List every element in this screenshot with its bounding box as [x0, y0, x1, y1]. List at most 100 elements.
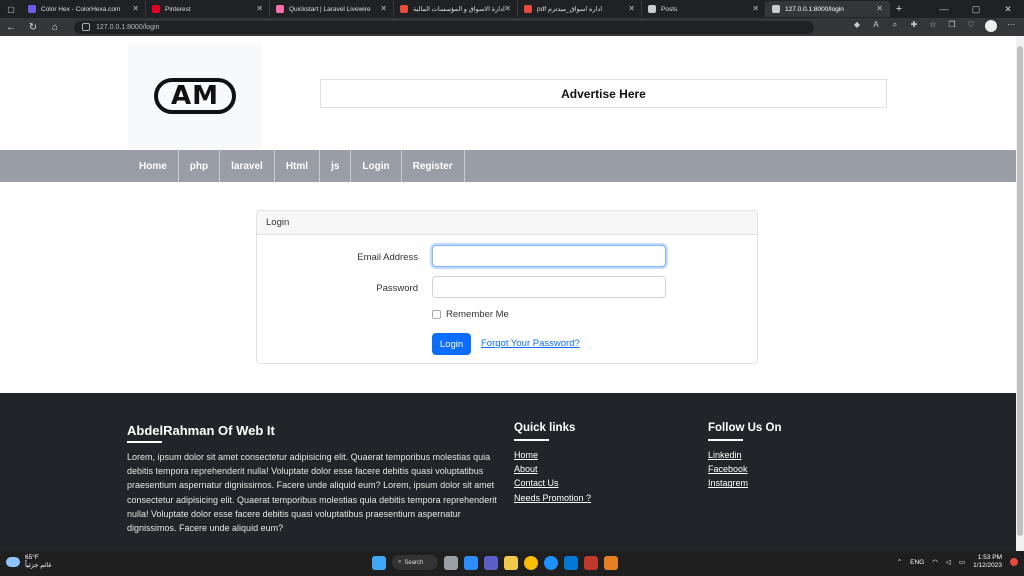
home-icon[interactable]: ⌂	[44, 22, 66, 33]
url-text: 127.0.0.1:8000/login	[96, 23, 160, 31]
nav-item-register[interactable]: Register	[402, 150, 465, 182]
browser-tab[interactable]: ادارة الاسواق و المؤسسات المالية ✕	[394, 1, 518, 17]
quick-link[interactable]: Needs Promotion ?	[514, 491, 591, 505]
maximize-icon[interactable]: ▢	[960, 0, 992, 18]
remember-label[interactable]: Remember Me	[446, 309, 509, 320]
task-view-icon[interactable]	[444, 555, 458, 570]
browser-essentials-icon[interactable]: ♡	[966, 20, 976, 30]
browser-tab[interactable]: Pinterest ✕	[146, 1, 270, 17]
login-card-title: Login	[266, 217, 290, 228]
read-aloud-icon[interactable]: A	[871, 20, 881, 30]
quick-link[interactable]: Home	[514, 448, 591, 462]
minimize-icon[interactable]: —	[928, 0, 960, 18]
email-field[interactable]	[432, 245, 666, 267]
weather-widget[interactable]: 65°F غائم جزئياً	[6, 554, 52, 570]
tab-title: Color Hex - ColorHexa.com	[41, 5, 121, 13]
profile-avatar[interactable]	[985, 20, 997, 32]
edge-icon[interactable]	[544, 555, 558, 570]
close-window-icon[interactable]: ✕	[992, 0, 1024, 18]
scrollbar-thumb[interactable]	[1017, 46, 1023, 536]
quick-link[interactable]: Contact Us	[514, 476, 591, 490]
tab-close-icon[interactable]: ✕	[876, 4, 883, 13]
extension-icon[interactable]: ✚	[909, 20, 919, 30]
tab-close-icon[interactable]: ✕	[752, 4, 759, 13]
widgets-icon[interactable]	[484, 555, 498, 570]
file-explorer-icon[interactable]	[504, 555, 518, 570]
advertise-banner[interactable]: Advertise Here	[320, 79, 887, 108]
zoom-icon[interactable]: ⌕	[890, 20, 900, 30]
nav-item-js[interactable]: js	[320, 150, 352, 182]
collections-icon[interactable]: ❐	[947, 20, 957, 30]
browser-tab[interactable]: Posts ✕	[642, 1, 766, 17]
footer-brand-underline	[127, 441, 162, 443]
clock[interactable]: 1:53 PM 1/12/2023	[973, 554, 1002, 570]
quick-link[interactable]: About	[514, 462, 591, 476]
social-link[interactable]: Instagrem	[708, 476, 748, 490]
nav-item-login[interactable]: Login	[351, 150, 402, 182]
login-button[interactable]: Login	[432, 333, 471, 355]
nav-item-html[interactable]: Html	[275, 150, 321, 182]
footer: AbdelRahman Of Web It Lorem, ipsum dolor…	[0, 393, 1016, 551]
new-tab-icon[interactable]: +	[890, 3, 908, 15]
tab-close-icon[interactable]: ✕	[380, 4, 387, 13]
site-info-icon[interactable]	[82, 23, 90, 31]
app-icon[interactable]	[584, 555, 598, 570]
forgot-password-link[interactable]: Forgot Your Password?	[481, 338, 580, 349]
web-page: AM Advertise Here Home php laravel Html js Lo…	[0, 36, 1016, 551]
tab-actions-icon[interactable]: ▢	[0, 1, 22, 17]
social-link[interactable]: Facebook	[708, 462, 748, 476]
browser-extensions: ◆ A ⌕ ✚ ☆ ❐ ♡ ⋯	[852, 20, 1016, 32]
favorites-icon[interactable]: ☆	[928, 20, 938, 30]
search-icon: ⌕	[398, 559, 402, 565]
login-card: Login Email Address Password Remember Me…	[256, 210, 758, 364]
nav-item-php[interactable]: php	[179, 150, 221, 182]
browser-tab[interactable]: 127.0.0.1:8000/login ✕	[766, 1, 890, 17]
volume-icon[interactable]: ◁	[946, 558, 951, 566]
logo-text: AM	[171, 81, 219, 111]
chevron-up-icon[interactable]: ⌃	[897, 558, 902, 566]
wifi-icon[interactable]: ◠	[932, 558, 938, 566]
tag-icon[interactable]: ◆	[852, 20, 862, 30]
back-icon[interactable]: ←	[0, 22, 22, 33]
tab-favicon-icon	[648, 5, 656, 13]
language-indicator[interactable]: ENG	[910, 559, 924, 566]
tab-favicon-icon	[524, 5, 532, 13]
social-link[interactable]: Linkedin	[708, 448, 748, 462]
battery-icon[interactable]: ▭	[959, 558, 965, 566]
more-menu-icon[interactable]: ⋯	[1006, 20, 1016, 30]
refresh-icon[interactable]: ↻	[22, 22, 44, 33]
tab-favicon-icon	[152, 5, 160, 13]
browser-tab[interactable]: Quickstart | Laravel Livewire ✕	[270, 1, 394, 17]
tab-close-icon[interactable]: ✕	[504, 4, 511, 13]
browser-tab[interactable]: pdf اداره اسواق_ميدترم ✕	[518, 1, 642, 17]
xampp-icon[interactable]	[604, 555, 618, 570]
follow-title: Follow Us On	[708, 422, 782, 434]
start-icon[interactable]	[372, 555, 386, 570]
remember-checkbox[interactable]	[432, 310, 441, 319]
site-logo[interactable]: AM	[154, 78, 236, 114]
window-controls: — ▢ ✕	[928, 0, 1024, 18]
quick-links-list: Home About Contact Us Needs Promotion ?	[514, 448, 591, 505]
tab-close-icon[interactable]: ✕	[628, 4, 635, 13]
password-field[interactable]	[432, 276, 666, 298]
tab-close-icon[interactable]: ✕	[132, 4, 139, 13]
browser-tab[interactable]: Color Hex - ColorHexa.com ✕	[22, 1, 146, 17]
logo-container[interactable]: AM	[128, 44, 262, 148]
nav-item-laravel[interactable]: laravel	[220, 150, 275, 182]
login-button-label: Login	[439, 338, 464, 350]
taskbar-search[interactable]: ⌕ Search	[392, 555, 438, 570]
cloud-icon	[6, 557, 20, 567]
notification-icon[interactable]	[1010, 558, 1018, 566]
page-scrollbar[interactable]	[1016, 36, 1024, 551]
vscode-icon[interactable]	[564, 555, 578, 570]
browser-tab-bar: ▢ Color Hex - ColorHexa.com ✕ Pinterest ✕ Qu…	[0, 0, 1024, 18]
url-field[interactable]: 127.0.0.1:8000/login	[74, 20, 814, 34]
tab-favicon-icon	[400, 5, 408, 13]
tab-close-icon[interactable]: ✕	[256, 4, 263, 13]
tab-title: Quickstart | Laravel Livewire	[289, 5, 371, 13]
nav-item-home[interactable]: Home	[128, 150, 179, 182]
meet-icon[interactable]	[464, 555, 478, 570]
tab-favicon-icon	[772, 5, 780, 13]
chrome-icon[interactable]	[524, 555, 538, 570]
date-text: 1/12/2023	[973, 562, 1002, 569]
